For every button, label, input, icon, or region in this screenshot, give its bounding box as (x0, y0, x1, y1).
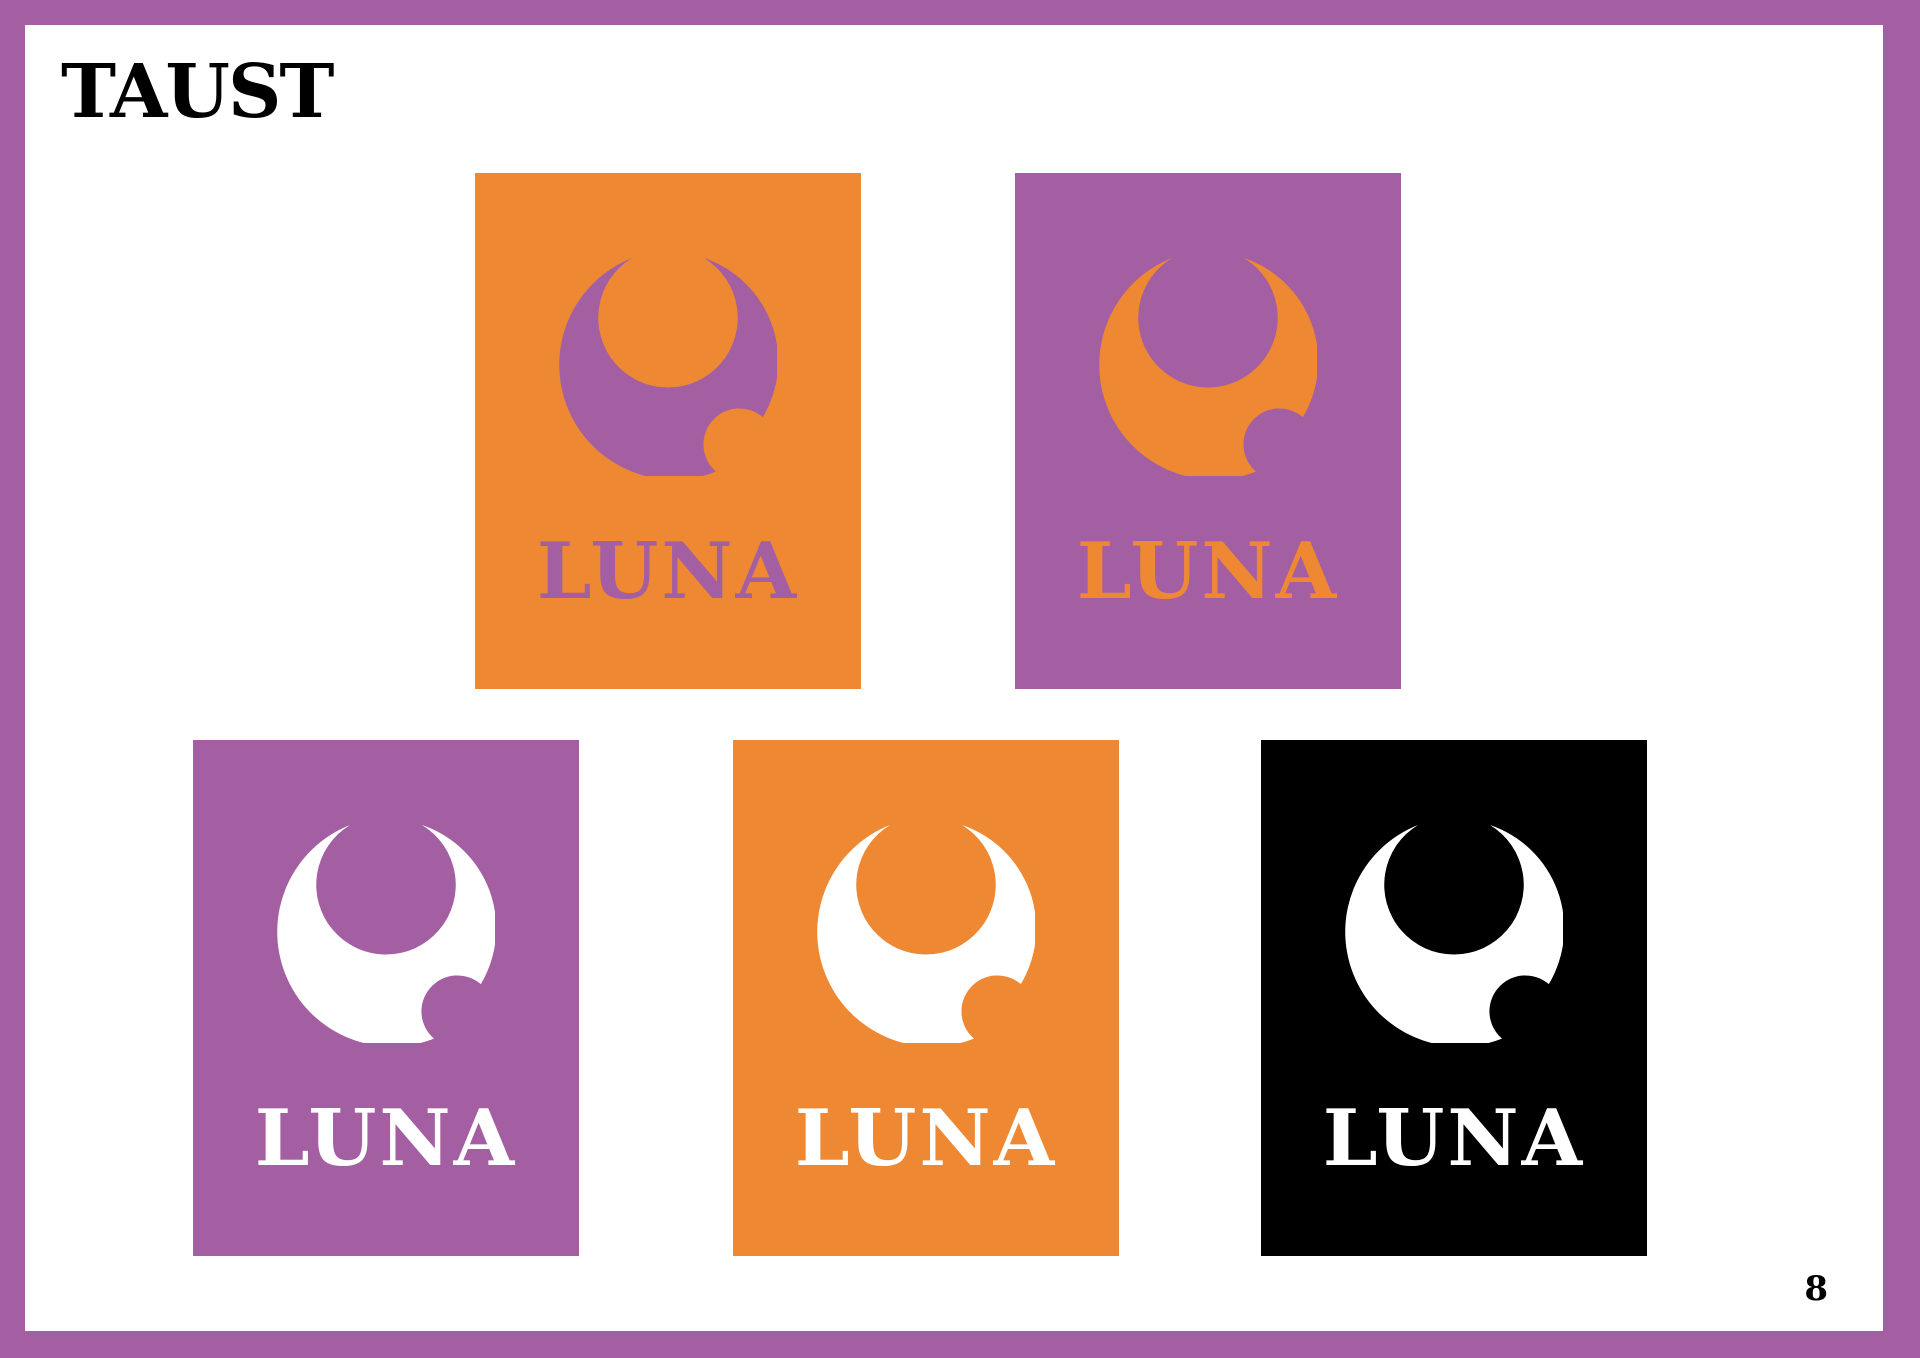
logo-card-purple-orange: LUNA (1015, 173, 1401, 689)
logo-wordmark: LUNA (1076, 526, 1340, 617)
logo-wordmark: LUNA (536, 526, 800, 617)
page-number: 8 (1804, 1269, 1828, 1309)
logo-wordmark: LUNA (254, 1093, 518, 1184)
crescent-moon-icon (559, 258, 777, 476)
crescent-moon-icon (1345, 825, 1563, 1043)
document-page: TAUST LUNA LUNA LUNA LUNA LUNA 8 (25, 25, 1883, 1331)
logo-card-purple-white: LUNA (193, 740, 579, 1256)
logo-wordmark: LUNA (794, 1093, 1058, 1184)
logo-card-orange-white: LUNA (733, 740, 1119, 1256)
logo-card-black-white: LUNA (1261, 740, 1647, 1256)
crescent-moon-icon (277, 825, 495, 1043)
page-title: TAUST (61, 49, 334, 135)
logo-wordmark: LUNA (1322, 1093, 1586, 1184)
logo-card-orange-purple: LUNA (475, 173, 861, 689)
crescent-moon-icon (1099, 258, 1317, 476)
crescent-moon-icon (817, 825, 1035, 1043)
